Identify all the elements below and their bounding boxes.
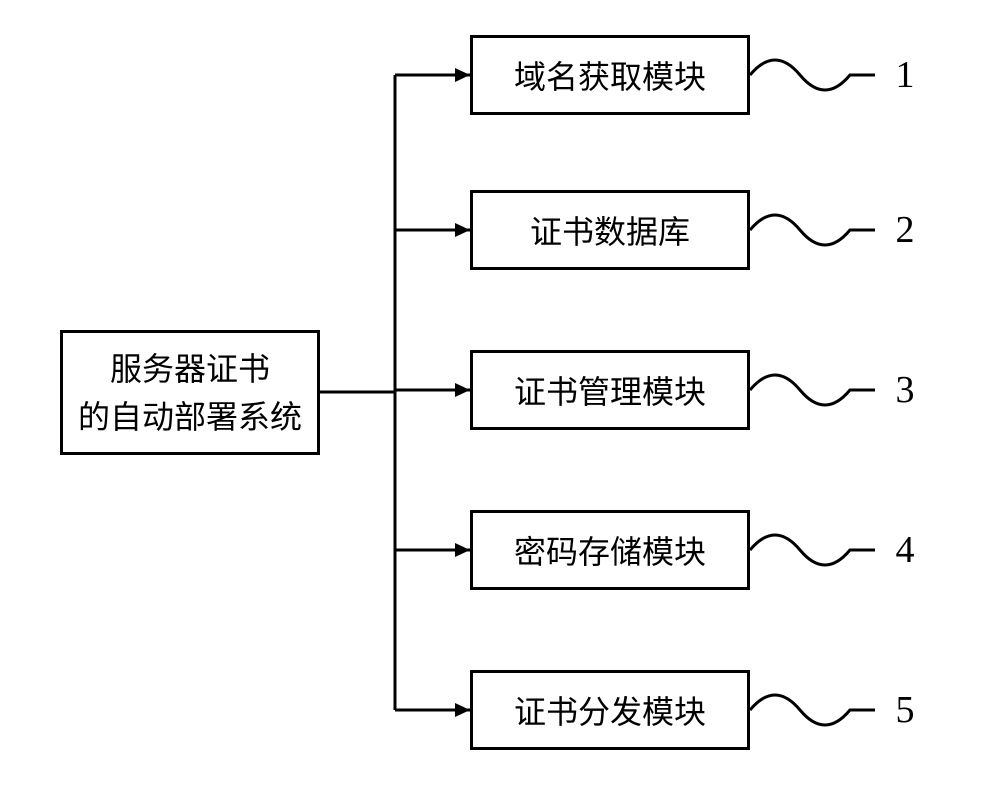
module-number: 1 (880, 53, 930, 97)
root-label-line1: 服务器证书 (78, 345, 302, 393)
module-box-cert-distribute: 证书分发模块 (470, 670, 750, 750)
module-number: 5 (880, 688, 930, 732)
module-label: 证书管理模块 (514, 367, 706, 413)
module-label: 证书分发模块 (514, 687, 706, 733)
module-box-cert-management: 证书管理模块 (470, 350, 750, 430)
module-box-password-storage: 密码存储模块 (470, 510, 750, 590)
module-number: 3 (880, 368, 930, 412)
module-box-domain-acquire: 域名获取模块 (470, 35, 750, 115)
block-diagram: 服务器证书 的自动部署系统 域名获取模块 证书数据库 证书管理模块 密码存储模块… (0, 0, 1000, 793)
module-label: 证书数据库 (530, 207, 690, 253)
root-system-box: 服务器证书 的自动部署系统 (60, 330, 320, 455)
module-number: 4 (880, 528, 930, 572)
module-label: 域名获取模块 (514, 52, 706, 98)
root-label-line2: 的自动部署系统 (78, 393, 302, 441)
module-box-cert-database: 证书数据库 (470, 190, 750, 270)
module-number: 2 (880, 208, 930, 252)
module-label: 密码存储模块 (514, 527, 706, 573)
